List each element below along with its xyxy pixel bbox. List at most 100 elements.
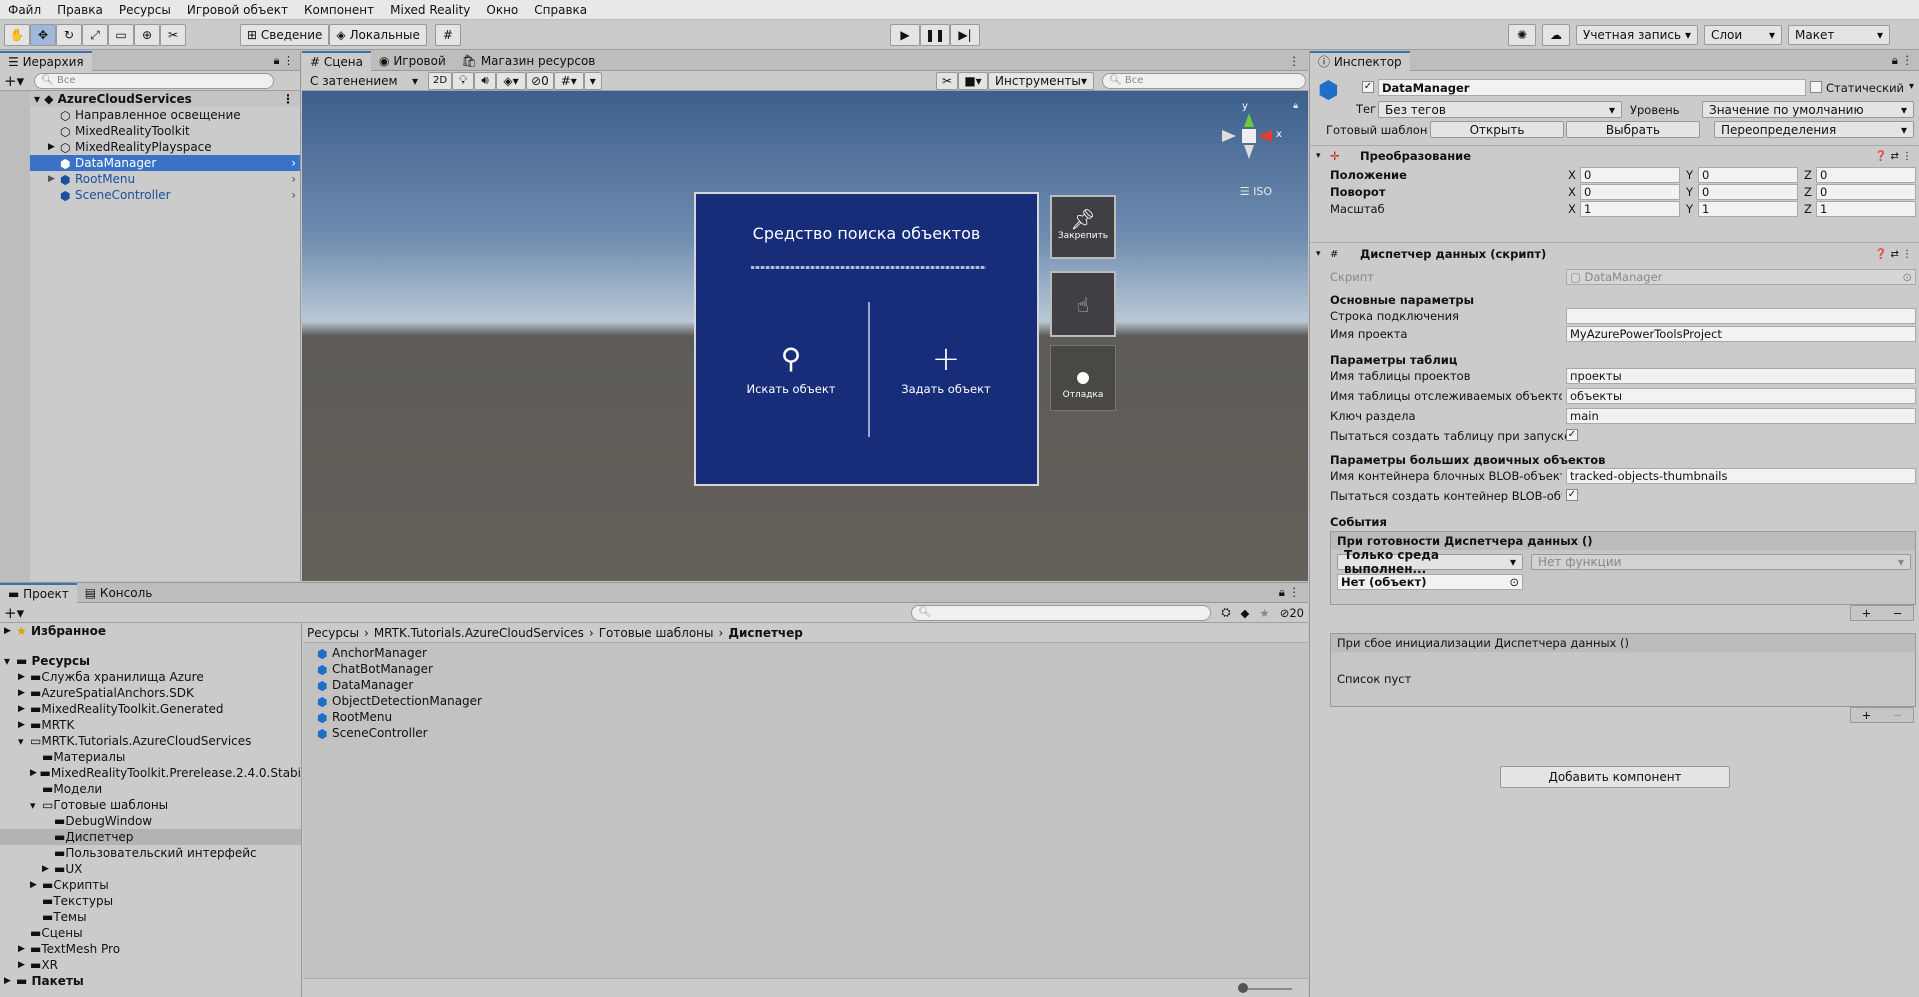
filter-label-icon[interactable]: ◆ (1241, 606, 1250, 620)
audio-icon[interactable]: 🔊︎ (474, 71, 497, 90)
account-dropdown[interactable]: Учетная запись ▾ (1576, 25, 1698, 45)
gizmo-lock-icon[interactable]: 🔒︎ (1293, 101, 1298, 111)
search-object-button[interactable]: ⚲ Искать объект (716, 344, 866, 397)
scene-viewport[interactable]: y x 🔒︎ ☰ ISO Средство поиска объектов ⚲ … (302, 91, 1308, 581)
position-field[interactable]: 0 (1580, 167, 1680, 183)
grid-icon[interactable]: #▾ (553, 71, 584, 90)
more-icon[interactable]: ⋮ (1289, 54, 1309, 68)
breadcrumb-tutorials[interactable]: MRTK.Tutorials.AzureCloudServices (374, 626, 584, 640)
menu-help[interactable]: Справка (526, 3, 595, 17)
menu-component[interactable]: Компонент (296, 3, 382, 17)
add-icon[interactable]: +▾ (4, 604, 24, 622)
minus-icon[interactable]: − (1893, 606, 1903, 620)
neg-x-cone[interactable] (1222, 130, 1236, 142)
tab-hierarchy[interactable]: ☰ Иерархия (0, 50, 92, 71)
script-header[interactable]: ▾ # Диспетчер данных (скрипт) ❓ ⇄ ⋮ (1310, 243, 1919, 265)
transform-tool-icon[interactable]: ⊕ (134, 24, 160, 46)
asset-folder-item[interactable]: ▾ ▭ MRTK.Tutorials.AzureCloudServices (0, 733, 301, 749)
rotation-field[interactable]: 0 (1580, 184, 1680, 200)
project-name-field[interactable]: MyAzurePowerToolsProject (1566, 326, 1916, 342)
select-prefab-button[interactable]: Выбрать (1566, 121, 1700, 138)
dropdown-arrow-icon[interactable]: ▾ (1909, 81, 1914, 92)
hierarchy-item[interactable]: ⬢ SceneController › (30, 187, 300, 203)
collab-icon[interactable]: ✺ (1508, 24, 1536, 46)
minus-icon[interactable]: − (1893, 708, 1903, 722)
asset-folder-item[interactable]: ▬ Текстуры (0, 893, 301, 909)
try-create-blob-checkbox[interactable]: ✓ (1566, 489, 1578, 501)
hierarchy-item[interactable]: ▶ ⬡ MixedRealityPlayspace (30, 139, 300, 155)
tab-scene[interactable]: # Сцена (302, 50, 372, 71)
favorite-star-icon[interactable]: ★ (1259, 606, 1269, 620)
asset-folder-item[interactable]: ▬ DebugWindow (0, 813, 301, 829)
asset-folder-item[interactable]: ▬ Материалы (0, 749, 301, 765)
custom-tool-icon[interactable]: ✂ (160, 24, 186, 46)
plus-icon[interactable]: + (1862, 708, 1872, 722)
scene-search[interactable]: 🔍︎ Все (1102, 72, 1306, 89)
tab-inspector[interactable]: ⓘ Инспектор (1310, 50, 1410, 71)
project-search[interactable]: 🔍︎ (911, 604, 1212, 621)
rotate-tool-icon[interactable]: ↻ (56, 24, 82, 46)
asset-folder-item[interactable]: ▾ ▭ Готовые шаблоны (0, 797, 301, 813)
static-checkbox[interactable] (1810, 81, 1822, 93)
plus-icon[interactable]: + (1862, 606, 1872, 620)
hand-menu-button[interactable]: ☝ (1050, 271, 1116, 337)
file-item[interactable]: ⬢ ChatBotManager (317, 661, 1308, 677)
rect-tool-icon[interactable]: ▭ (108, 24, 134, 46)
active-checkbox[interactable]: ✓ (1362, 81, 1374, 93)
position-field[interactable]: 0 (1698, 167, 1798, 183)
layer-dropdown[interactable]: Значение по умолчанию ▾ (1702, 101, 1914, 118)
layers-dropdown[interactable]: Слои ▾ (1704, 25, 1782, 45)
hierarchy-item[interactable]: ▶ ⬢ RootMenu › (30, 171, 300, 187)
gizmo-center[interactable] (1242, 129, 1256, 143)
scene-gizmo[interactable]: y x (1218, 101, 1288, 171)
neg-y-cone[interactable] (1244, 145, 1254, 159)
layout-dropdown[interactable]: Макет ▾ (1788, 25, 1890, 45)
slider-thumb[interactable] (1238, 983, 1248, 993)
asset-folder-item[interactable]: ▬ Диспетчер (0, 829, 301, 845)
file-item[interactable]: ⬢ AnchorManager (317, 645, 1308, 661)
open-prefab-button[interactable]: Открыть (1430, 121, 1564, 138)
menu-gameobject[interactable]: Игровой объект (179, 3, 296, 17)
move-tool-icon[interactable]: ✥ (30, 24, 56, 46)
asset-folder-item[interactable]: ▶ ▬ MixedRealityToolkit.Generated (0, 701, 301, 717)
shading-dropdown[interactable]: С затенением ▾ (304, 72, 424, 90)
effects-icon[interactable]: ◈▾ (496, 71, 527, 90)
tab-asset-store[interactable]: 🛍︎ Магазин ресурсов (454, 51, 604, 71)
breadcrumb-prefabs[interactable]: Готовые шаблоны (599, 626, 714, 640)
conn-string-field[interactable] (1566, 308, 1916, 324)
tools-icon[interactable]: ✂ (936, 71, 958, 90)
blob-container-field[interactable]: tracked-objects-thumbnails (1566, 468, 1916, 484)
transform-header[interactable]: ▾ ✛ Преобразование ❓ ⇄ ⋮ (1310, 146, 1919, 166)
menu-edit[interactable]: Правка (49, 3, 111, 17)
lock-icon[interactable]: 🔒︎ ⋮ (1279, 585, 1308, 600)
grid-snap-icon[interactable]: # (434, 24, 461, 46)
asset-folder-item[interactable]: ▶ ▬ XR (0, 957, 301, 973)
file-item[interactable]: ⬢ DataManager (317, 677, 1308, 693)
help-settings-icon[interactable]: ❓ ⇄ ⋮ (1875, 151, 1912, 162)
x-axis-cone[interactable] (1258, 130, 1272, 142)
play-icon[interactable]: ▶ (890, 24, 920, 46)
add-icon[interactable]: +▾ (4, 72, 24, 90)
hand-tool-icon[interactable]: ✋ (4, 24, 30, 46)
asset-folder-item[interactable]: ▬ Сцены (0, 925, 301, 941)
icon-size-slider[interactable] (1242, 988, 1292, 990)
more-icon[interactable]: ⋮ (282, 92, 294, 106)
asset-folder-item[interactable]: ▶ ▬ MixedRealityToolkit.Prerelease.2.4.0.… (0, 765, 301, 781)
breadcrumb-assets[interactable]: Ресурсы (307, 626, 359, 640)
pivot-toggle[interactable]: ⊞ Сведение (240, 24, 330, 46)
rotation-field[interactable]: 0 (1698, 184, 1798, 200)
breadcrumb-manager[interactable]: Диспетчер (728, 626, 803, 640)
asset-folder-item[interactable]: ▬ Модели (0, 781, 301, 797)
partition-key-field[interactable]: main (1566, 408, 1916, 424)
step-icon[interactable]: ▶| (950, 24, 980, 46)
tab-console[interactable]: ▤ Консоль (77, 583, 161, 603)
help-settings-icon[interactable]: ❓ ⇄ ⋮ (1875, 249, 1912, 260)
menu-assets[interactable]: Ресурсы (111, 3, 179, 17)
rotation-field[interactable]: 0 (1816, 184, 1916, 200)
projects-table-field[interactable]: проекты (1566, 368, 1916, 384)
gizmos-dropdown[interactable]: Инструменты ▾ (988, 71, 1094, 90)
try-create-table-checkbox[interactable]: ✓ (1566, 429, 1578, 441)
menu-file[interactable]: Файл (0, 3, 49, 17)
lighting-icon[interactable]: 💡︎ (452, 71, 475, 90)
tab-game[interactable]: ◉ Игровой (371, 51, 454, 71)
